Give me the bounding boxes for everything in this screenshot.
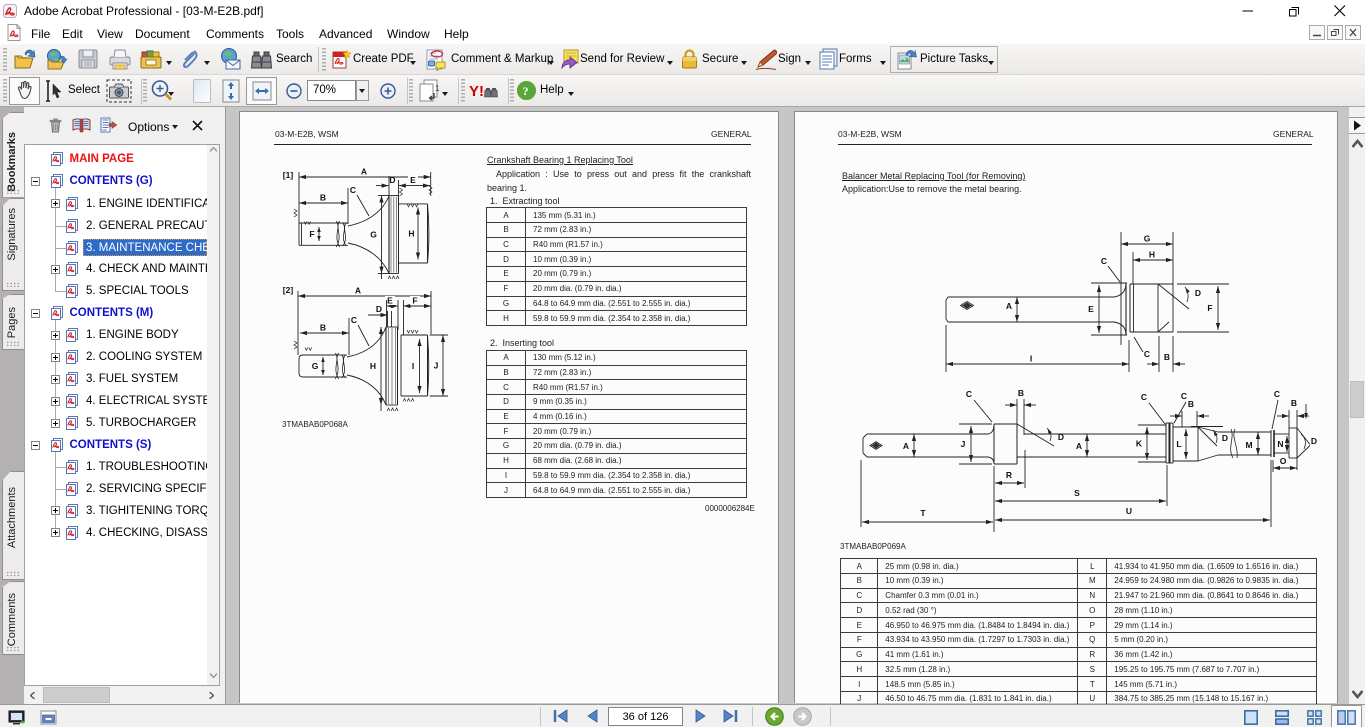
svg-text:F: F: [309, 229, 314, 239]
svg-text:S: S: [1074, 488, 1080, 498]
svg-text:C: C: [1144, 349, 1150, 359]
svg-text:D: D: [1058, 432, 1064, 442]
svg-text:G: G: [370, 230, 377, 240]
svg-text:C: C: [1101, 256, 1107, 266]
svg-text:B: B: [1188, 399, 1194, 409]
svg-text:J: J: [961, 439, 966, 449]
svg-text:I: I: [412, 361, 414, 371]
svg-text:H: H: [370, 361, 376, 371]
svg-text:D: D: [376, 304, 382, 314]
svg-text:?: ?: [523, 84, 529, 98]
svg-text:D: D: [1311, 436, 1317, 446]
svg-text:C: C: [351, 315, 357, 325]
svg-text:O: O: [1280, 456, 1287, 466]
svg-text:C: C: [1274, 389, 1280, 399]
svg-text:1: 1: [435, 84, 440, 93]
svg-text:A: A: [903, 441, 909, 451]
svg-text:G: G: [312, 361, 319, 371]
svg-text:B: B: [320, 323, 326, 333]
svg-text:N: N: [1277, 439, 1283, 449]
svg-text:A: A: [355, 286, 361, 296]
svg-text:H: H: [1149, 250, 1155, 260]
svg-text:D: D: [1195, 288, 1201, 298]
svg-text:T: T: [920, 508, 926, 518]
svg-text:B: B: [1291, 398, 1297, 408]
svg-text:U: U: [1126, 506, 1132, 516]
svg-text:E: E: [410, 175, 416, 185]
svg-text:A: A: [361, 167, 367, 177]
svg-text:D: D: [1222, 433, 1228, 443]
svg-text:A: A: [1006, 301, 1012, 311]
svg-text:I: I: [1030, 354, 1032, 364]
svg-text:E: E: [387, 296, 393, 306]
svg-text:F: F: [412, 296, 417, 306]
svg-text:B: B: [1018, 388, 1024, 398]
svg-text:[1]: [1]: [283, 170, 294, 180]
svg-text:M: M: [1245, 440, 1252, 450]
svg-text:C: C: [1141, 392, 1147, 402]
svg-text:G: G: [1144, 234, 1151, 244]
svg-text:F: F: [1207, 303, 1212, 313]
svg-text:Y!: Y!: [469, 83, 484, 100]
svg-text:L: L: [1176, 439, 1181, 449]
svg-text:B: B: [320, 193, 326, 203]
svg-text:[2]: [2]: [283, 285, 294, 295]
svg-text:R: R: [1006, 470, 1012, 480]
svg-text:B: B: [1164, 352, 1170, 362]
svg-text:J: J: [434, 361, 439, 371]
svg-text:D: D: [389, 175, 395, 185]
svg-text:A: A: [1076, 441, 1082, 451]
svg-text:C: C: [350, 185, 356, 195]
svg-text:C: C: [1181, 391, 1187, 401]
svg-text:C: C: [966, 389, 972, 399]
svg-text:H: H: [408, 229, 414, 239]
svg-text:K: K: [1136, 439, 1143, 449]
svg-text:E: E: [1088, 304, 1094, 314]
